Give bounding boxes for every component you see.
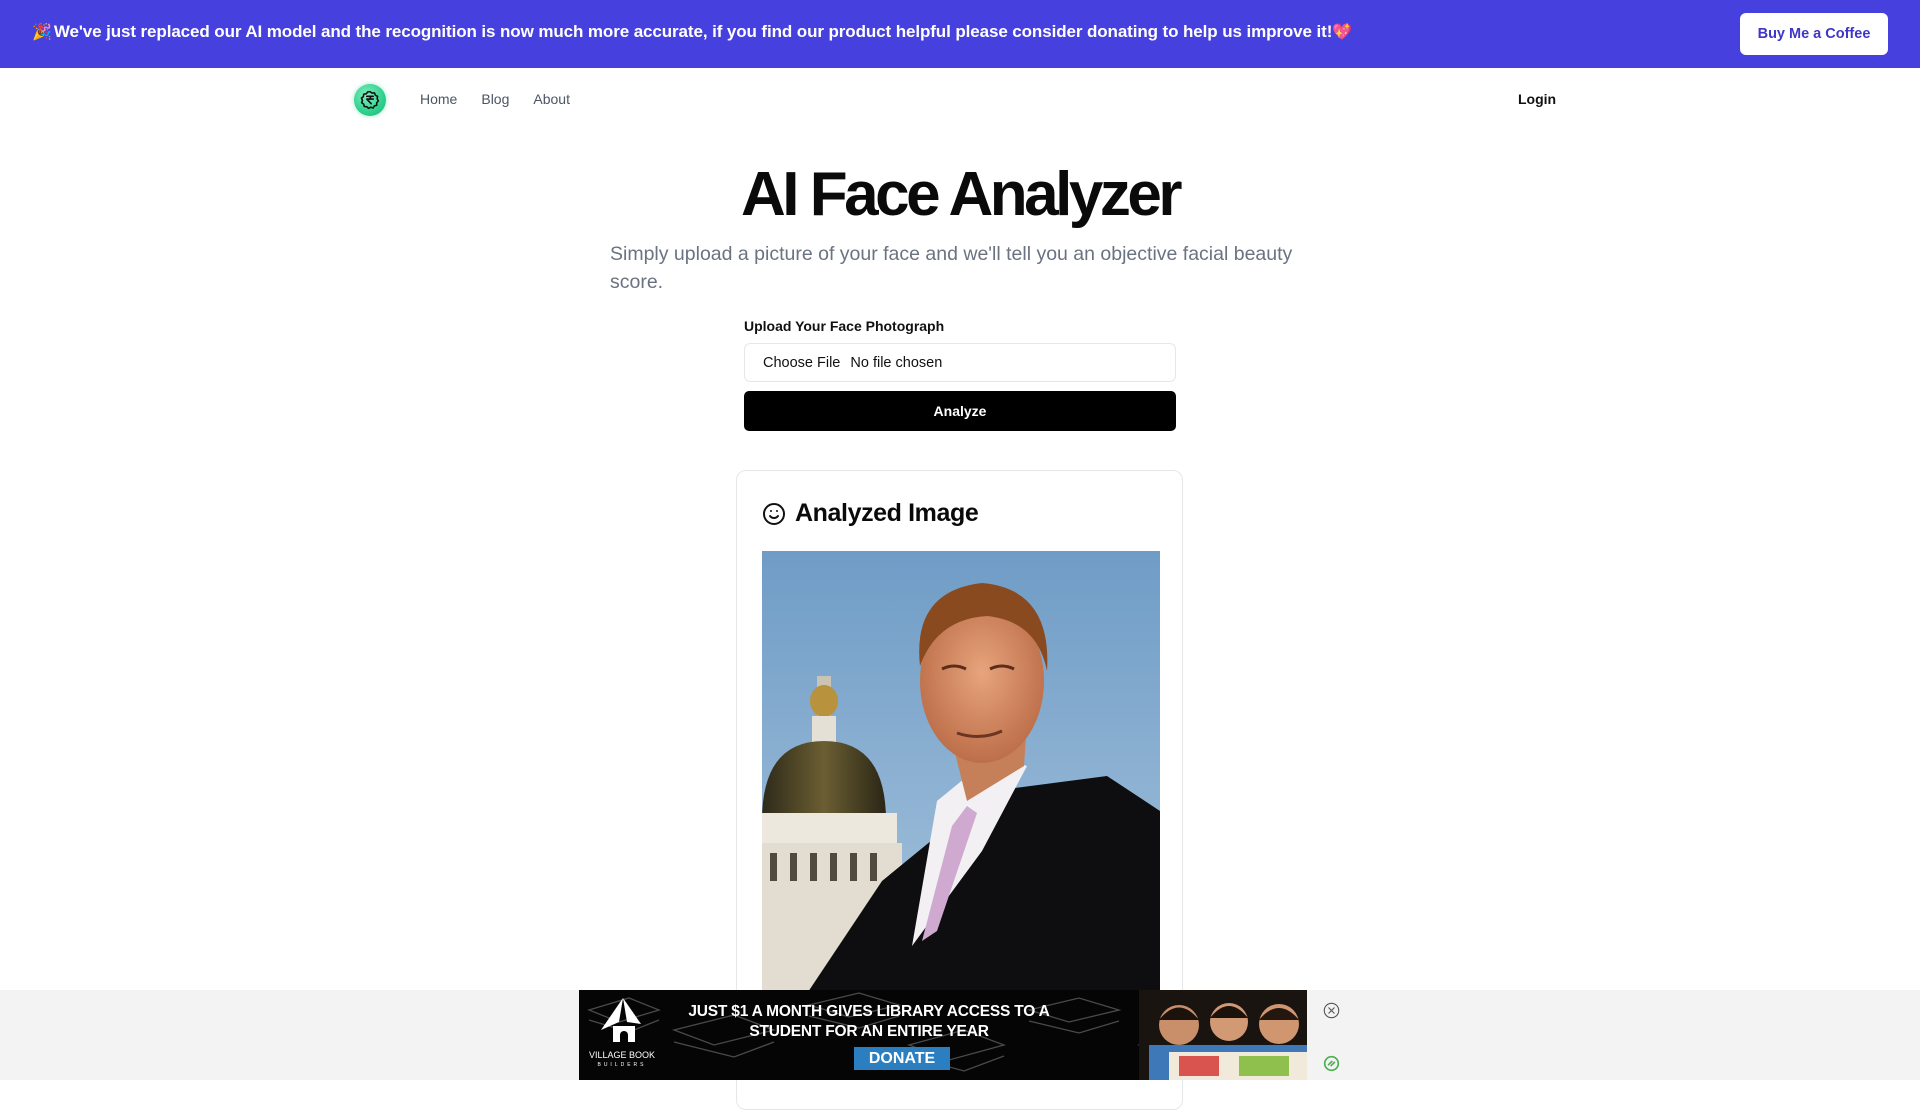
ad-brand-name: VILLAGE BOOK [588, 1050, 656, 1060]
analyzed-photo [762, 551, 1160, 1001]
ad-donate-button[interactable]: DONATE [854, 1047, 950, 1070]
nav-link-blog[interactable]: Blog [481, 91, 509, 107]
logo[interactable] [354, 84, 386, 116]
portrait-illustration [762, 551, 1160, 1001]
sparkling-heart-icon: 💖 [1332, 24, 1353, 41]
party-popper-icon: 🎉 [32, 24, 52, 41]
choose-file-button[interactable]: Choose File [763, 355, 840, 371]
nav-link-home[interactable]: Home [420, 91, 457, 107]
file-status: No file chosen [850, 354, 943, 371]
login-link[interactable]: Login [1518, 91, 1556, 107]
upload-form: Upload Your Face Photograph Choose File … [744, 318, 1176, 431]
ad-headline: JUST $1 A MONTH GIVES LIBRARY ACCESS TO … [688, 1003, 1050, 1040]
ad-children-photo [1139, 990, 1307, 1080]
upload-label: Upload Your Face Photograph [744, 318, 945, 334]
file-input[interactable]: Choose File No file chosen [744, 343, 1176, 382]
buy-me-a-coffee-button[interactable]: Buy Me a Coffee [1740, 13, 1888, 55]
card-title: Analyzed Image [795, 499, 979, 527]
nav-links: Home Blog About [420, 91, 570, 107]
card-header: Analyzed Image [762, 499, 979, 528]
adchoices-icon[interactable] [1323, 1055, 1340, 1072]
close-circle-icon[interactable] [1323, 1002, 1340, 1019]
page-title: AI Face Analyzer [741, 160, 1182, 229]
announcement-text: We've just replaced our AI model and the… [53, 22, 1333, 41]
rupee-badge-icon [360, 90, 380, 110]
village-book-builders-logo [601, 998, 641, 1042]
smiley-face-icon [763, 502, 785, 525]
nav-link-about[interactable]: About [533, 91, 570, 107]
announcement-message: 🎉 We've just replaced our AI model and t… [32, 22, 1354, 42]
analyze-button[interactable]: Analyze [744, 391, 1176, 431]
ad-brand: VILLAGE BOOK BUILDERS [587, 1050, 657, 1070]
top-nav [0, 68, 1920, 132]
page-subtitle: Simply upload a picture of your face and… [610, 243, 1293, 293]
ad-bar: VILLAGE BOOK BUILDERS JUST $1 A MONTH GI… [0, 990, 1920, 1080]
announcement-banner: 🎉 We've just replaced our AI model and t… [0, 0, 1920, 68]
ad-brand-sub: BUILDERS [597, 1062, 647, 1068]
ad-creative[interactable]: VILLAGE BOOK BUILDERS JUST $1 A MONTH GI… [579, 990, 1307, 1080]
